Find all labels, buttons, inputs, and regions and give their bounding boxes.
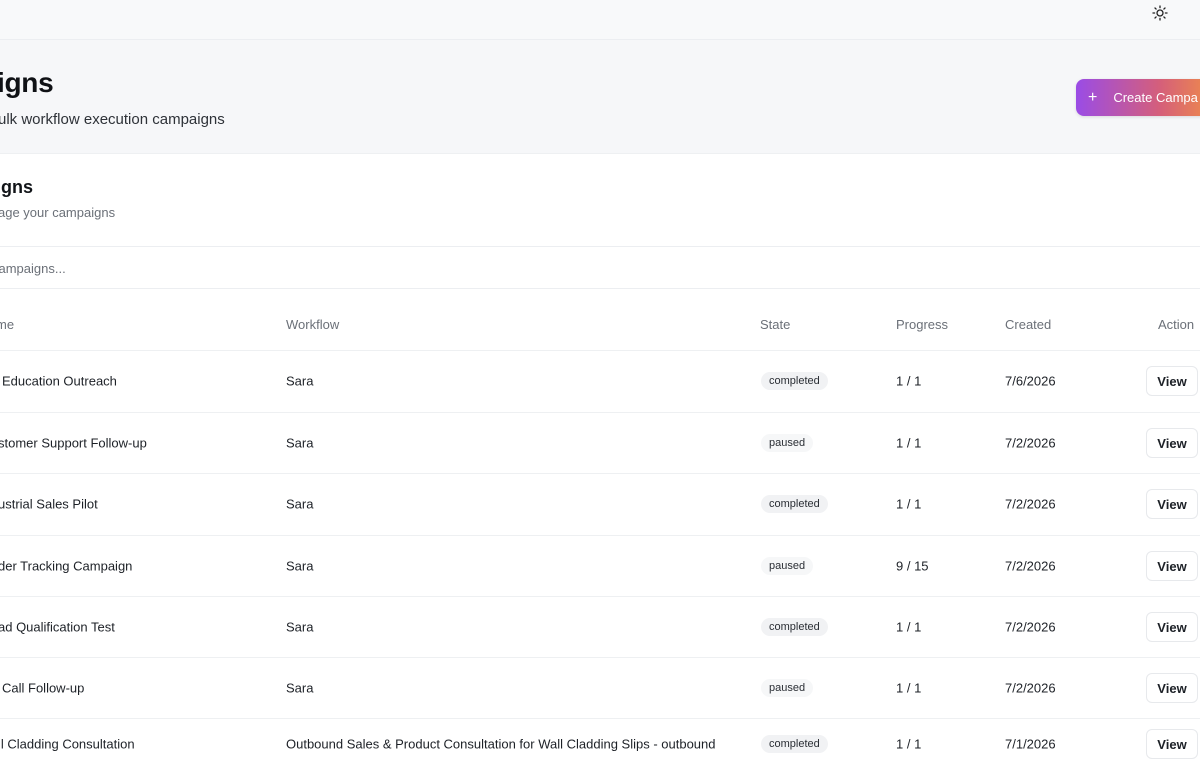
table-row[interactable]: ad Qualification Test Sara completed 1 /…	[0, 596, 1200, 657]
workflow-name: Sara	[286, 680, 314, 696]
workflow-name: Sara	[286, 373, 314, 389]
plus-icon: +	[1088, 88, 1098, 106]
view-button[interactable]: View	[1146, 489, 1198, 519]
divider	[0, 288, 1200, 289]
status-badge: paused	[761, 434, 814, 452]
workflow-name: Sara	[286, 558, 314, 574]
table-row[interactable]: stomer Support Follow-up Sara paused 1 /…	[0, 412, 1200, 473]
status-badge: completed	[761, 372, 828, 390]
created-date: 7/2/2026	[1005, 558, 1056, 574]
search-input[interactable]	[0, 250, 1200, 286]
status-badge: completed	[761, 495, 828, 513]
created-date: 7/2/2026	[1005, 680, 1056, 696]
column-header-action: Action	[1158, 317, 1195, 332]
view-button[interactable]: View	[1146, 729, 1198, 759]
column-header-workflow[interactable]: Workflow	[286, 317, 339, 332]
view-button[interactable]: View	[1146, 673, 1198, 703]
campaign-name: Call Follow-up	[2, 680, 85, 696]
campaign-name: ustrial Sales Pilot	[0, 496, 98, 512]
create-campaign-button[interactable]: + Create Campa	[1076, 79, 1200, 116]
campaign-name: der Tracking Campaign	[0, 558, 133, 574]
status-badge: paused	[761, 679, 814, 697]
page-header: igns ulk workflow execution campaigns + …	[0, 40, 1200, 154]
sun-icon	[1152, 5, 1168, 21]
view-button[interactable]: View	[1146, 428, 1198, 458]
view-button[interactable]: View	[1146, 612, 1198, 642]
workflow-name: Outbound Sales & Product Consultation fo…	[286, 736, 716, 752]
page-subtitle: ulk workflow execution campaigns	[0, 111, 225, 128]
create-campaign-label: Create Campa	[1113, 90, 1198, 105]
created-date: 7/2/2026	[1005, 619, 1056, 635]
column-header-progress[interactable]: Progress	[896, 317, 948, 332]
progress-value: 1 / 1	[896, 680, 922, 696]
column-header-name[interactable]: me	[0, 317, 14, 332]
table-row[interactable]: Call Follow-up Sara paused 1 / 1 7/2/202…	[0, 657, 1200, 718]
progress-value: 1 / 1	[896, 619, 922, 635]
table-row[interactable]: ustrial Sales Pilot Sara completed 1 / 1…	[0, 473, 1200, 534]
table-row[interactable]: ll Cladding Consultation Outbound Sales …	[0, 718, 1200, 759]
table-row[interactable]: Education Outreach Sara completed 1 / 1 …	[0, 350, 1200, 411]
card-subtitle: age your campaigns	[0, 205, 116, 220]
theme-toggle-button[interactable]	[1150, 3, 1170, 23]
top-bar	[0, 0, 1200, 40]
view-button[interactable]: View	[1146, 366, 1198, 396]
progress-value: 1 / 1	[896, 736, 922, 752]
campaign-name: stomer Support Follow-up	[0, 435, 147, 451]
progress-value: 1 / 1	[896, 373, 922, 389]
campaign-name: ll Cladding Consultation	[0, 736, 135, 752]
divider	[0, 246, 1200, 247]
status-badge: completed	[761, 735, 828, 753]
status-badge: paused	[761, 557, 814, 575]
progress-value: 9 / 15	[896, 558, 929, 574]
workflow-name: Sara	[286, 496, 314, 512]
campaign-name: Education Outreach	[2, 373, 117, 389]
page-title: igns	[0, 67, 54, 98]
card-title: igns	[0, 177, 34, 197]
progress-value: 1 / 1	[896, 496, 922, 512]
campaign-name: ad Qualification Test	[0, 619, 115, 635]
view-button[interactable]: View	[1146, 551, 1198, 581]
workflow-name: Sara	[286, 619, 314, 635]
created-date: 7/2/2026	[1005, 496, 1056, 512]
created-date: 7/6/2026	[1005, 373, 1056, 389]
column-header-state[interactable]: State	[760, 317, 790, 332]
table-row[interactable]: der Tracking Campaign Sara paused 9 / 15…	[0, 535, 1200, 596]
created-date: 7/2/2026	[1005, 435, 1056, 451]
column-header-created[interactable]: Created	[1005, 317, 1051, 332]
workflow-name: Sara	[286, 435, 314, 451]
progress-value: 1 / 1	[896, 435, 922, 451]
status-badge: completed	[761, 618, 828, 636]
created-date: 7/1/2026	[1005, 736, 1056, 752]
